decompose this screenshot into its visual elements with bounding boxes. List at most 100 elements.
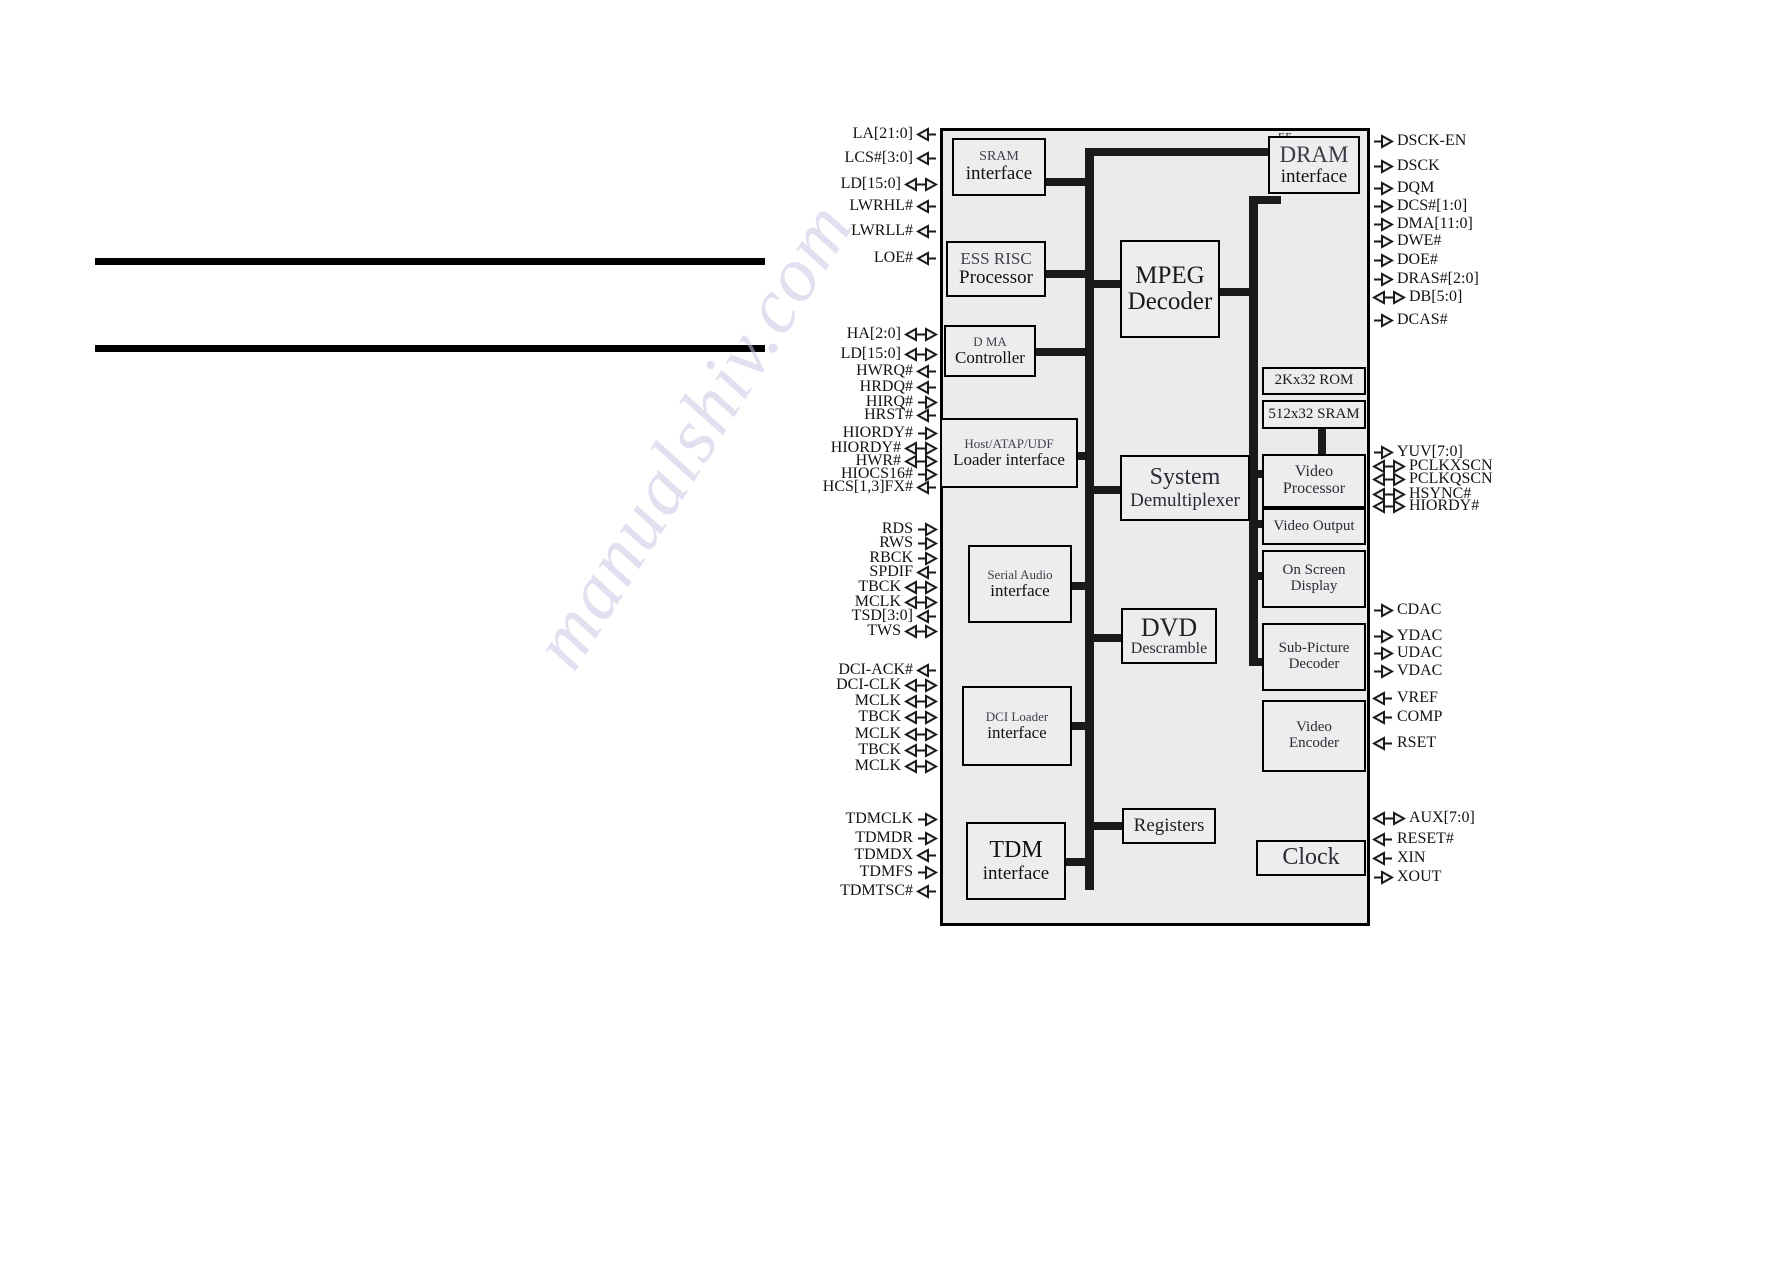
- block-ess-risc-line1: ESS RISC: [960, 249, 1032, 269]
- signal-label: VREF: [1397, 689, 1438, 706]
- block-registers[interactable]: Registers: [1122, 808, 1216, 844]
- arrow-out-icon: [1374, 198, 1394, 214]
- signal-label: HIORDY#: [1409, 497, 1480, 514]
- arrow-out-icon: [1374, 663, 1394, 679]
- block-osd-line1: On Screen: [1282, 562, 1346, 579]
- block-clock-label: Clock: [1282, 844, 1340, 871]
- block-clock[interactable]: Clock: [1256, 840, 1366, 876]
- signal-label: TDMFS: [859, 863, 913, 880]
- arrow-in-icon: [1372, 709, 1392, 725]
- signal-label: LD[15:0]: [840, 175, 901, 192]
- signal-label: LWRLL#: [851, 222, 913, 239]
- block-dci-loader-interface[interactable]: DCI Loader interface: [962, 686, 1072, 766]
- arrow-out-icon: [1374, 233, 1394, 249]
- signal-label: TDMTSC#: [840, 882, 913, 899]
- block-host-loader-line1: Host/ATAP/UDF: [964, 436, 1054, 452]
- wire-bus-to-demux: [1085, 486, 1121, 494]
- signal-left-tdmclk: TDMCLK: [820, 811, 938, 827]
- block-tdm-line1: TDM: [989, 837, 1043, 864]
- block-dma-controller[interactable]: D MA Controller: [944, 325, 1036, 377]
- block-dram-line1: DRAM: [1279, 141, 1349, 167]
- bidirectional-arrow-icon: [1372, 471, 1406, 487]
- signal-label: LCS#[3:0]: [844, 149, 913, 166]
- block-sram-512x32[interactable]: 512x32 SRAM: [1262, 400, 1366, 429]
- arrow-out-icon: [1374, 271, 1394, 287]
- block-dvd-line1: DVD: [1140, 612, 1198, 642]
- bidirectional-arrow-icon: [904, 326, 938, 342]
- signal-left-mclk: MCLK: [820, 758, 938, 774]
- signal-left-tws: TWS: [820, 623, 938, 639]
- bidirectional-arrow-icon: [904, 709, 938, 725]
- signal-label: YDAC: [1397, 627, 1443, 644]
- signal-label: DMA[11:0]: [1397, 215, 1473, 232]
- signal-label: MCLK: [854, 692, 901, 709]
- signal-left-mclk: MCLK: [820, 693, 938, 709]
- block-on-screen-display[interactable]: On Screen Display: [1262, 550, 1366, 608]
- diagram-page: manualshiv.com EE SRAM interface ESS RIS…: [0, 0, 1787, 1263]
- block-video-encoder[interactable]: Video Encoder: [1262, 700, 1366, 772]
- block-video-processor[interactable]: Video Processor: [1262, 454, 1366, 508]
- block-ess-risc-processor[interactable]: ESS RISC Processor: [946, 241, 1046, 297]
- arrow-out-icon: [918, 425, 938, 441]
- signal-label: TWS: [867, 622, 901, 639]
- arrow-in-icon: [916, 608, 936, 624]
- signal-left-hcs-1-3-fx-: HCS[1,3]FX#: [820, 479, 938, 495]
- signal-label: AUX[7:0]: [1409, 809, 1475, 826]
- signal-left-hrst-: HRST#: [820, 407, 938, 423]
- arrow-in-icon: [916, 223, 936, 239]
- block-tdm-interface[interactable]: TDM interface: [966, 822, 1066, 900]
- signal-left-tbck: TBCK: [820, 742, 938, 758]
- block-dci-loader-line2: interface: [987, 722, 1047, 742]
- block-sub-picture-decoder[interactable]: Sub-Picture Decoder: [1262, 623, 1366, 691]
- arrow-in-icon: [1372, 690, 1392, 706]
- arrow-in-icon: [916, 198, 936, 214]
- signal-right-xin: XIN: [1372, 850, 1672, 866]
- block-videoenc-line2: Encoder: [1289, 735, 1339, 751]
- arrow-in-icon: [916, 883, 936, 899]
- signal-label: CDAC: [1397, 601, 1442, 618]
- signal-left-tdmfs: TDMFS: [820, 864, 938, 880]
- signal-label: UDAC: [1397, 644, 1443, 661]
- arrow-in-icon: [916, 847, 936, 863]
- signal-label: LD[15:0]: [840, 345, 901, 362]
- signal-right-comp: COMP: [1372, 709, 1672, 725]
- block-serial-audio-interface[interactable]: Serial Audio interface: [968, 545, 1072, 623]
- block-osd-line2: Display: [1290, 578, 1338, 594]
- arrow-out-icon: [1374, 180, 1394, 196]
- block-rom-2kx32[interactable]: 2Kx32 ROM: [1262, 367, 1366, 395]
- block-mpeg-decoder[interactable]: MPEG Decoder: [1120, 240, 1220, 338]
- block-dram-interface[interactable]: DRAM interface: [1268, 136, 1360, 194]
- wire-risc-to-bus: [1046, 270, 1094, 278]
- signal-left-ld-15-0-: LD[15:0]: [820, 176, 938, 192]
- signal-left-dci-clk: DCI-CLK: [820, 677, 938, 693]
- signal-label: LOE#: [873, 249, 913, 266]
- bidirectional-arrow-icon: [904, 758, 938, 774]
- block-ess-risc-line2: Processor: [959, 266, 1033, 288]
- signal-left-tdmdr: TDMDR: [820, 830, 938, 846]
- block-dvd-descramble[interactable]: DVD Descramble: [1121, 608, 1217, 664]
- signal-right-doe-: DOE#: [1372, 252, 1672, 268]
- signal-label: TBCK: [858, 708, 901, 725]
- signal-right-dcs-1-0-: DCS#[1:0]: [1372, 198, 1672, 214]
- signal-label: HCS[1,3]FX#: [822, 478, 913, 495]
- signal-right-dwe-: DWE#: [1372, 233, 1672, 249]
- block-host-loader-interface[interactable]: Host/ATAP/UDF Loader interface: [940, 418, 1078, 488]
- wire-bus-to-dram: [1085, 148, 1275, 156]
- block-dram-line2: interface: [1280, 166, 1348, 188]
- signal-left-mclk: MCLK: [820, 726, 938, 742]
- arrow-in-icon: [916, 662, 936, 678]
- signal-right-dsck-en: DSCK-EN: [1372, 133, 1672, 149]
- arrow-out-icon: [1374, 216, 1394, 232]
- signal-label: HWRQ#: [856, 362, 913, 379]
- block-system-demultiplexer[interactable]: System Demultiplexer: [1120, 455, 1250, 521]
- block-video-output[interactable]: Video Output: [1262, 508, 1366, 545]
- wire-sram-to-bus: [1046, 178, 1094, 186]
- arrow-out-icon: [1374, 312, 1394, 328]
- wire-bus-to-dvd: [1085, 634, 1121, 642]
- signal-right-udac: UDAC: [1372, 645, 1672, 661]
- block-sram-interface[interactable]: SRAM interface: [952, 138, 1046, 196]
- wire-rightbus-to-dram: [1249, 196, 1281, 204]
- arrow-in-icon: [916, 363, 936, 379]
- signal-right-cdac: CDAC: [1372, 602, 1672, 618]
- signal-label: DCI-CLK: [836, 676, 901, 693]
